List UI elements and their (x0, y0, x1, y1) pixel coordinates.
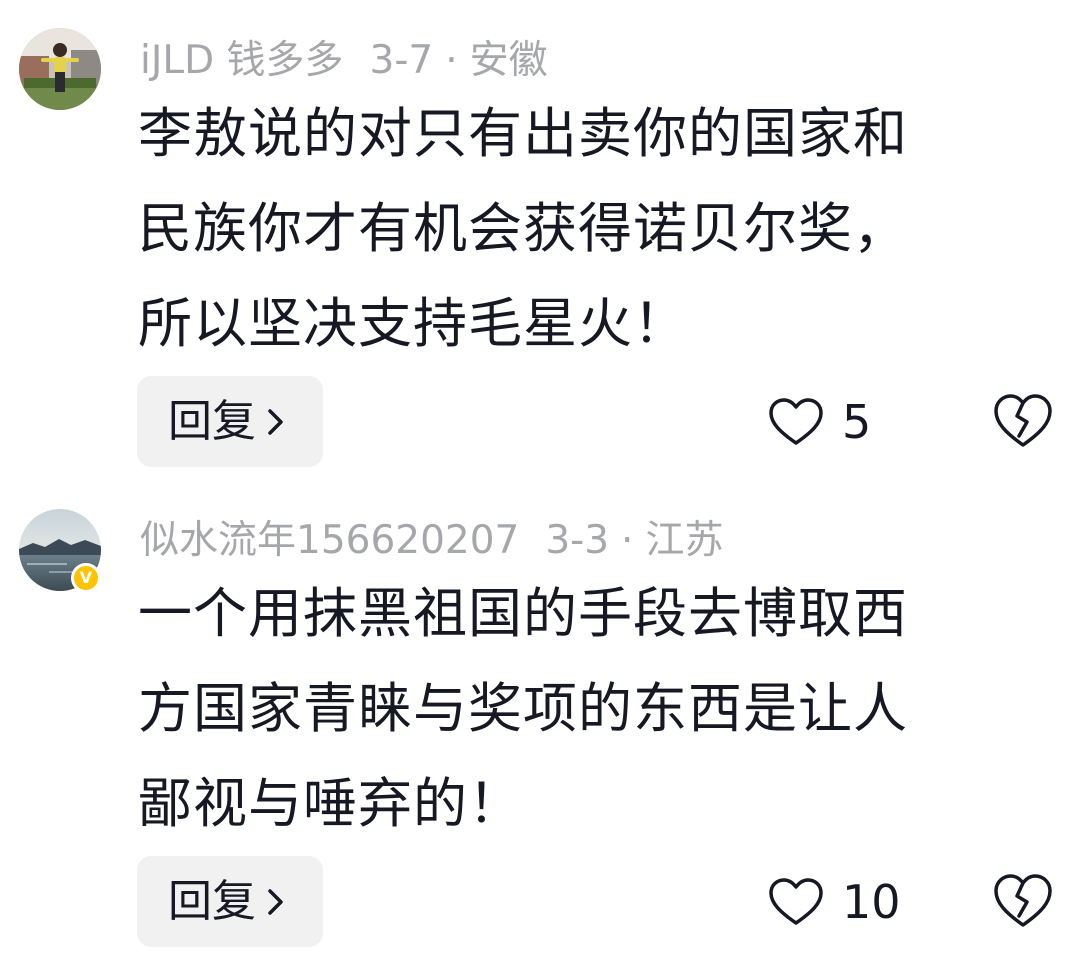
reply-label: 回复 (168, 875, 256, 927)
broken-heart-icon (994, 394, 1052, 447)
broken-heart-icon (994, 874, 1052, 927)
meta-separator: · (621, 518, 634, 563)
comment-item: V 似水流年156620207 3-3 · 江苏 一个用抹黑祖国的手段去博取西 方国家… (0, 480, 1080, 974)
comment-text[interactable]: 李敖说的对只有出卖你的国家和 民族你才有机会获得诺贝尔奖， 所以坚决支持毛星火！ (138, 86, 1038, 371)
username[interactable]: iJLD 钱多多 (140, 38, 344, 83)
reply-button[interactable]: 回复 (137, 376, 323, 467)
dislike-button[interactable] (992, 872, 1054, 930)
heart-icon (769, 878, 823, 925)
chevron-right-icon (268, 408, 283, 435)
comment-location: 江苏 (645, 518, 724, 563)
like-count: 5 (842, 395, 872, 449)
username[interactable]: 似水流年156620207 (140, 518, 519, 563)
comment-date: 3-7 (369, 38, 434, 83)
reply-label: 回复 (168, 395, 256, 447)
verified-badge: V (71, 563, 101, 593)
comment-meta: 似水流年156620207 3-3 · 江苏 (140, 516, 723, 566)
like-button[interactable]: 10 (768, 872, 901, 932)
avatar-image (19, 28, 101, 110)
like-count: 10 (842, 875, 901, 929)
comment-date: 3-3 (545, 518, 610, 563)
comment-item: iJLD 钱多多 3-7 · 安徽 李敖说的对只有出卖你的国家和 民族你才有机会获得诺… (0, 0, 1080, 480)
dislike-button[interactable] (992, 392, 1054, 450)
chevron-right-icon (268, 888, 283, 915)
reply-button[interactable]: 回复 (137, 856, 323, 947)
meta-separator: · (445, 38, 458, 83)
comment-meta: iJLD 钱多多 3-7 · 安徽 (140, 36, 548, 86)
avatar[interactable] (19, 28, 101, 110)
comment-text[interactable]: 一个用抹黑祖国的手段去博取西 方国家青睐与奖项的东西是让人 鄙视与唾弃的！ (138, 566, 1038, 851)
comment-location: 安徽 (469, 38, 548, 83)
heart-icon (769, 398, 823, 445)
like-button[interactable]: 5 (768, 392, 871, 452)
